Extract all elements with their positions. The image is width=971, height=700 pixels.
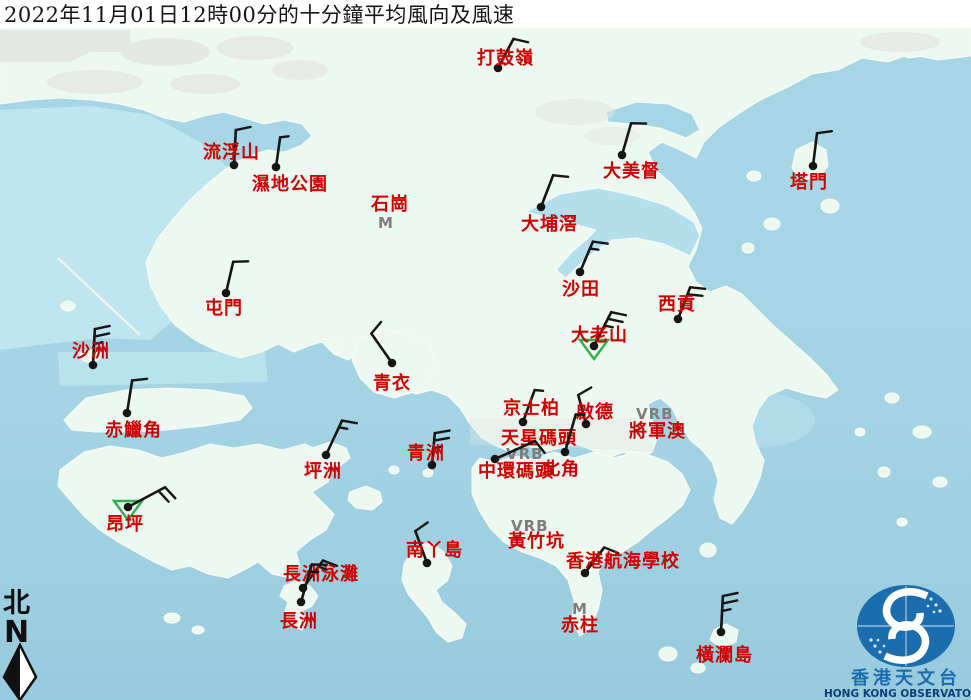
station-label: 香港航海學校 (565, 550, 680, 572)
station-label: 沙洲 (72, 341, 110, 362)
kau-yi-chau-island (389, 466, 399, 474)
station-label: 坪洲 (304, 461, 342, 482)
station-note: M (572, 600, 588, 618)
urban-patch (272, 60, 328, 80)
station-label: 南丫島 (406, 539, 463, 561)
urban-patch (535, 99, 615, 125)
islet (192, 626, 204, 634)
station-dot (576, 268, 585, 277)
hong-kong-map: 打鼓嶺流浮山濕地公園石崗M大埔滘沙田大美督塔門屯門沙洲西貢大老山青衣赤鱲角坪洲青… (0, 0, 971, 700)
station-dot (388, 359, 397, 368)
soko-island (164, 613, 180, 623)
station-label: 將軍澳 (629, 420, 686, 442)
islet (61, 301, 75, 311)
station-label: 京士柏 (503, 397, 560, 419)
station-dot (272, 163, 281, 172)
tung-lung-island (700, 543, 716, 557)
north-label-letter: N (4, 615, 29, 650)
station-label: 長洲 (280, 611, 318, 632)
station-label: 啟德 (576, 401, 614, 423)
islet (878, 467, 890, 477)
po-toi-island (659, 647, 677, 661)
green-island (423, 469, 433, 477)
islet (933, 477, 947, 487)
station-dot (297, 598, 306, 607)
station-dot (124, 503, 133, 512)
wind-barb (590, 249, 598, 250)
station-label: 沙田 (562, 279, 600, 300)
station-dot (561, 448, 570, 457)
ma-wan-island (330, 339, 342, 349)
urban-patch (860, 32, 940, 52)
title-bar: 2022年11月01日12時00分的十分鐘平均風向及風速 (0, 0, 971, 28)
wind-map-screenshot: 打鼓嶺流浮山濕地公園石崗M大埔滘沙田大美督塔門屯門沙洲西貢大老山青衣赤鱲角坪洲青… (0, 0, 971, 700)
wind-barb (132, 379, 147, 381)
wind-barb (233, 261, 248, 262)
islet (855, 428, 865, 436)
station-label: 打鼓嶺 (477, 47, 534, 69)
urban-patch (170, 74, 240, 94)
station-label: 大埔滘 (521, 213, 578, 235)
wind-barb (535, 390, 543, 391)
station-label: 屯門 (205, 297, 243, 319)
islet (897, 518, 907, 526)
station-dot (809, 162, 818, 171)
station-label: 橫瀾島 (696, 644, 753, 666)
islet (742, 243, 754, 253)
station-label: 西貢 (658, 294, 696, 315)
islet (764, 218, 780, 230)
station-note: VRB (511, 517, 549, 535)
urban-patch (217, 36, 293, 60)
station-note: M (378, 214, 394, 232)
station-label: 昂坪 (106, 514, 144, 535)
station-label: 赤鱲角 (105, 419, 162, 441)
station-dot (123, 409, 132, 418)
station-note: VRB (636, 405, 674, 423)
urban-patch (584, 127, 640, 145)
logo-chinese-name: 香港天文台 (850, 667, 961, 689)
station-label: 石崗 (370, 193, 409, 215)
islet (821, 199, 839, 213)
station-label: 大美督 (603, 160, 660, 182)
wind-barb (339, 427, 347, 428)
islet (913, 426, 931, 438)
wind-barb (553, 175, 568, 177)
station-label: 流浮山 (203, 141, 260, 163)
urban-patch (47, 70, 143, 94)
station-label: 塔門 (790, 171, 828, 193)
station-label: 青衣 (373, 372, 411, 394)
station-dot (674, 315, 683, 324)
map-title: 2022年11月01日12時00分的十分鐘平均風向及風速 (0, 0, 514, 29)
logo-english-name: HONG KONG OBSERVATORY (824, 688, 971, 700)
station-dot (717, 628, 726, 637)
wind-barb (280, 136, 288, 137)
station-dot (618, 151, 627, 160)
islet (885, 393, 899, 403)
wind-barb (690, 287, 705, 289)
urban-patch (120, 38, 210, 66)
station-label: 濕地公園 (252, 173, 328, 195)
station-label: 青洲 (407, 443, 445, 464)
station-label: 大老山 (571, 324, 628, 346)
station-dot (537, 203, 546, 212)
islet (747, 171, 761, 181)
station-dot (322, 451, 331, 460)
station-label: 北角 (542, 458, 580, 480)
station-dot (222, 289, 231, 298)
station-label: 長洲泳灘 (283, 563, 359, 585)
